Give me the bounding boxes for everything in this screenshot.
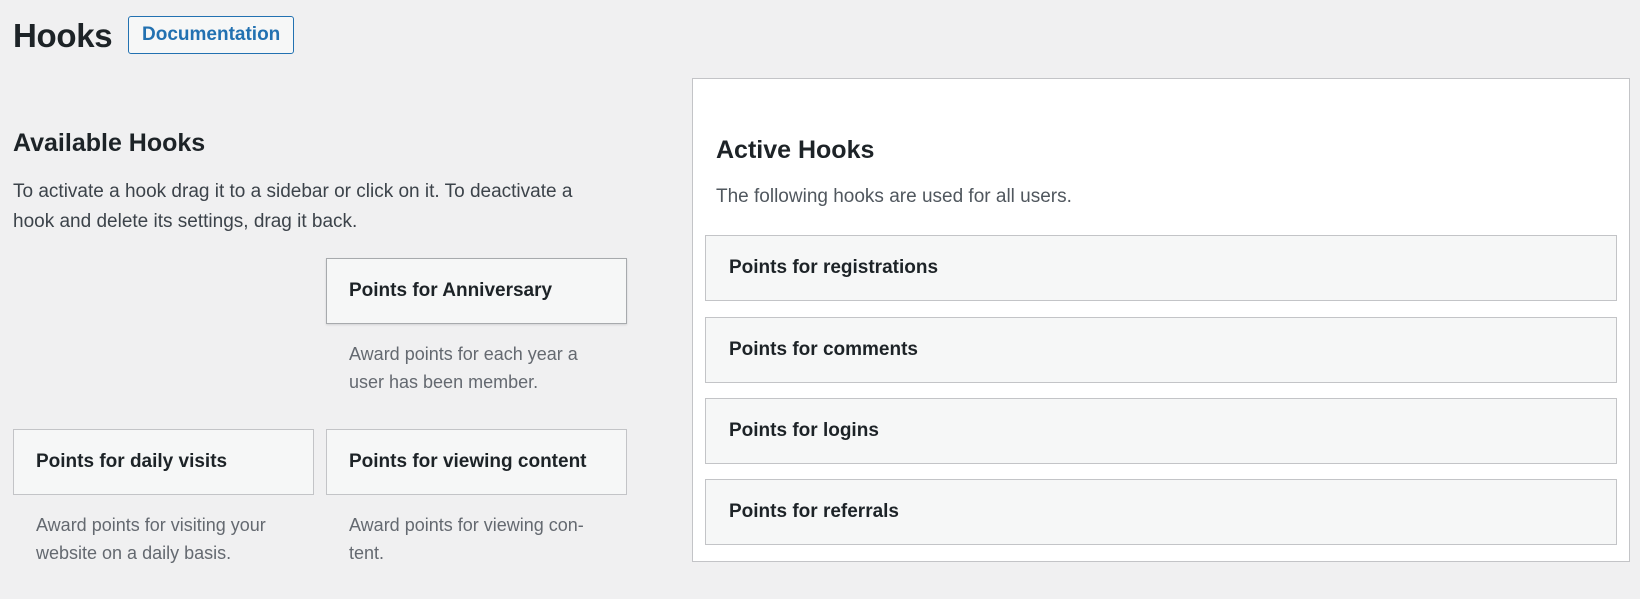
hook-card-description: Award points for visiting your website o… (36, 515, 266, 563)
hook-card-viewing-content[interactable]: Points for viewing content (326, 429, 627, 495)
hook-card-description: Award points for each year a user has be… (349, 344, 578, 392)
active-hooks-panel: Active Hooks The following hooks are use… (692, 78, 1630, 562)
active-hook-referrals[interactable]: Points for referrals (705, 479, 1617, 545)
active-hooks-title: Active Hooks (716, 136, 875, 164)
hook-card-label: Points for Anniversary (349, 280, 553, 301)
documentation-button[interactable]: Documentation (128, 16, 295, 54)
active-hook-comments[interactable]: Points for comments (705, 317, 1617, 383)
hook-card-daily-visits[interactable]: Points for daily visits (13, 429, 314, 495)
hook-card-label: Points for viewing content (349, 451, 587, 472)
active-hook-label: Points for registrations (729, 257, 939, 278)
hook-card-anniversary[interactable]: Points for Anniversary (326, 258, 627, 324)
active-hooks-description: The following hooks are used for all use… (716, 186, 1072, 207)
active-hook-label: Points for logins (729, 420, 879, 441)
available-hooks-title: Available Hooks (13, 129, 206, 157)
hook-card-label: Points for daily visits (36, 451, 228, 472)
available-hooks-description: To activate a hook drag it to a sidebar … (13, 181, 573, 232)
active-hook-logins[interactable]: Points for logins (705, 398, 1617, 464)
page-title: Hooks (13, 17, 113, 54)
active-hook-registrations[interactable]: Points for registrations (705, 235, 1617, 301)
active-hook-label: Points for referrals (729, 501, 899, 522)
hook-card-description: Award points for viewing con-tent. (349, 515, 584, 563)
active-hook-label: Points for comments (729, 339, 918, 360)
